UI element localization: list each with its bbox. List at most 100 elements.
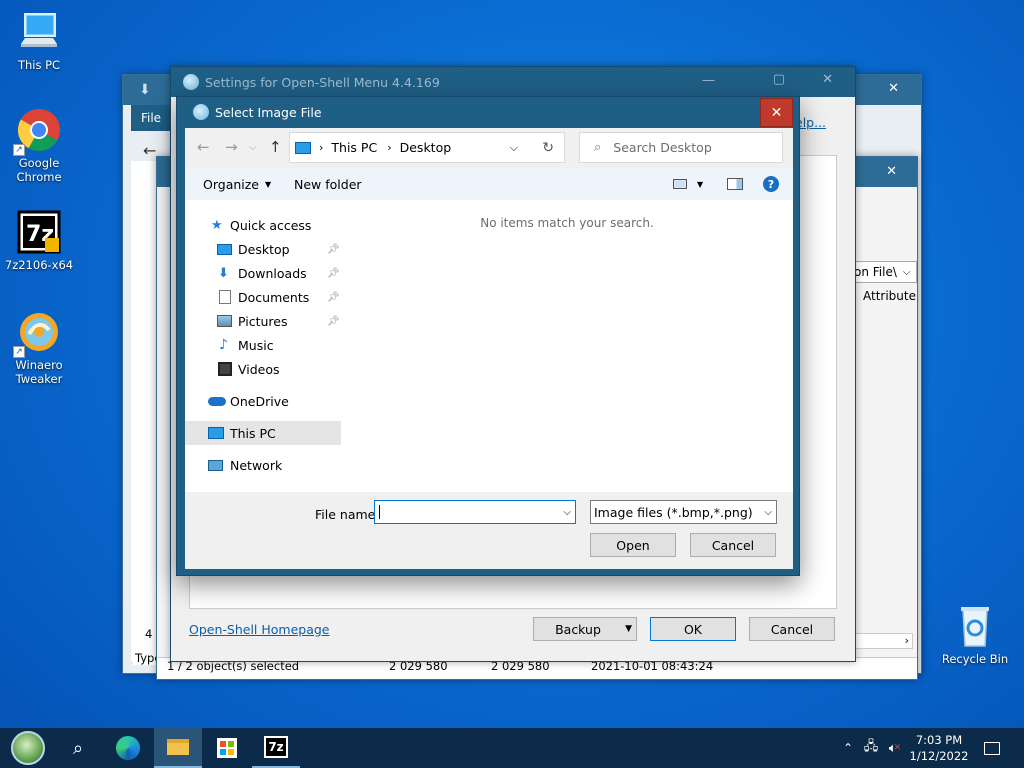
store-bag-icon — [217, 738, 237, 758]
search-icon: ⌕ — [594, 140, 602, 155]
breadcrumb-separator-icon: › — [319, 141, 324, 154]
refresh-icon[interactable]: ↻ — [542, 140, 554, 156]
open-shell-icon — [193, 104, 209, 120]
file-name-label: File name: — [315, 507, 380, 522]
desktop-icon-label: Google — [18, 156, 60, 170]
nav-item-this-pc[interactable]: This PC — [185, 421, 341, 445]
scroll-right-arrow-icon[interactable]: › — [905, 634, 909, 647]
documents-icon — [219, 290, 231, 304]
back-arrow-icon[interactable]: ← — [197, 138, 210, 156]
taskbar-7zip[interactable]: 7z — [252, 728, 300, 768]
nav-item-desktop[interactable]: Desktop 📌︎ — [185, 237, 341, 261]
desktop-icon-label: Recycle Bin — [941, 652, 1009, 666]
desktop-icon-label: Winaero — [15, 358, 63, 372]
breadcrumb-desktop[interactable]: Desktop — [400, 140, 452, 155]
pin-icon: 📌︎ — [327, 315, 340, 327]
settings-title: Settings for Open-Shell Menu 4.4.169 — [205, 74, 440, 90]
recent-locations-chevron-icon[interactable]: ⌵ — [249, 142, 257, 153]
path-combo[interactable]: on File\ ⌵ — [849, 261, 917, 283]
new-folder-button[interactable]: New folder — [294, 177, 362, 192]
pin-icon: 📌︎ — [327, 267, 340, 279]
open-button[interactable]: Open — [590, 533, 676, 557]
up-arrow-icon[interactable]: ↑ — [269, 138, 282, 156]
videos-icon — [218, 362, 232, 376]
ok-button[interactable]: OK — [650, 617, 736, 641]
search-icon: ⌕ — [72, 737, 84, 759]
search-placeholder: Search Desktop — [613, 140, 712, 155]
clock[interactable]: 7:03 PM 1/12/2022 — [906, 728, 972, 768]
view-icon — [673, 179, 687, 189]
breadcrumb-this-pc[interactable]: This PC — [331, 140, 377, 155]
nav-item-downloads[interactable]: ⬇ Downloads 📌︎ — [185, 261, 341, 285]
select-image-file-dialog: Select Image File ✕ ← → ⌵ ↑ › This PC › … — [176, 96, 800, 576]
taskbar-store[interactable] — [203, 728, 251, 768]
desktop-icon-winaero-tweaker[interactable]: ↗ Winaero Tweaker — [1, 308, 77, 386]
dialog-close-button[interactable]: ✕ — [760, 98, 793, 127]
action-center-button[interactable] — [976, 728, 1008, 768]
this-pc-icon — [15, 8, 63, 56]
open-shell-homepage-link[interactable]: Open-Shell Homepage — [189, 622, 330, 637]
winaero-tweaker-icon: ↗ — [13, 308, 63, 358]
help-icon[interactable]: ? — [763, 176, 779, 192]
dropdown-arrow-icon: ▼ — [625, 624, 632, 634]
chevron-down-icon[interactable]: ⌵ — [563, 507, 571, 518]
taskbar-edge[interactable] — [104, 728, 152, 768]
nav-item-videos[interactable]: Videos — [185, 357, 341, 381]
search-button[interactable]: ⌕ — [54, 728, 102, 768]
chevron-down-icon: ⌵ — [902, 266, 911, 278]
cancel-button[interactable]: Cancel — [749, 617, 835, 641]
forward-arrow-icon[interactable]: → — [225, 138, 238, 156]
settings-close-button[interactable]: ✕ — [822, 72, 833, 87]
notification-icon — [984, 741, 1000, 755]
desktop-icon-this-pc[interactable]: This PC — [1, 8, 77, 72]
nav-item-network[interactable]: Network — [185, 453, 341, 477]
network-tray-icon[interactable]: 🖧︎ — [860, 728, 882, 768]
address-dropdown-chevron-icon[interactable]: ⌵ — [510, 141, 518, 155]
7zip-icon: 7z — [264, 736, 288, 758]
cloud-icon — [208, 396, 226, 406]
cancel-button[interactable]: Cancel — [690, 533, 776, 557]
nav-item-quick-access[interactable]: ★ Quick access — [185, 213, 341, 237]
change-view-button[interactable]: ▼ — [673, 179, 703, 189]
desktop-icon-google-chrome[interactable]: ↗ Google Chrome — [1, 106, 77, 184]
search-box[interactable]: ⌕ Search Desktop — [579, 132, 783, 163]
desktop-icon-label: This PC — [17, 58, 61, 72]
nav-item-onedrive[interactable]: OneDrive — [185, 389, 341, 413]
download-arrow-icon: ⬇ — [139, 82, 151, 98]
archive-window-close-button[interactable]: ✕ — [886, 164, 897, 179]
file-type-select[interactable]: Image files (*.bmp,*.png) ⌵ — [590, 500, 777, 524]
settings-minimize-button[interactable]: — — [702, 73, 715, 88]
background-window-close-button[interactable]: ✕ — [888, 81, 899, 96]
nav-item-documents[interactable]: Documents 📌︎ — [185, 285, 341, 309]
file-name-input[interactable]: ⌵ — [374, 500, 576, 524]
taskbar-file-explorer[interactable] — [154, 728, 202, 768]
file-browser-pane: ★ Quick access Desktop 📌︎ ⬇ Downloads 📌︎… — [185, 200, 793, 492]
dialog-titlebar: Select Image File — [177, 97, 799, 127]
desktop-icon-label: 7z2106-x64 — [4, 258, 74, 272]
dialog-body: ← → ⌵ ↑ › This PC › Desktop ⌵ ↻ ⌕ Search… — [185, 128, 793, 569]
address-bar[interactable]: › This PC › Desktop ⌵ ↻ — [289, 132, 565, 163]
chevron-down-icon: ⌵ — [764, 506, 772, 518]
text-caret — [379, 505, 380, 519]
breadcrumb-separator-icon: › — [387, 141, 392, 154]
nav-item-pictures[interactable]: Pictures 📌︎ — [185, 309, 341, 333]
network-icon — [208, 459, 223, 471]
start-button[interactable] — [4, 728, 52, 768]
desktop-icon-recycle-bin[interactable]: Recycle Bin — [937, 602, 1013, 666]
background-back-arrow-icon[interactable]: ← — [143, 141, 156, 160]
preview-pane-button[interactable] — [727, 178, 743, 190]
taskbar: ⌕ 7z ⌃ 🖧︎ 🔈︎ ✕ 7:03 PM 1/12/2022 — [0, 728, 1024, 768]
shortcut-arrow-icon: ↗ — [13, 346, 25, 358]
nav-item-music[interactable]: ♪ Music — [185, 333, 341, 357]
attribute-column-header[interactable]: Attribute — [863, 289, 916, 303]
shortcut-arrow-icon: ↗ — [13, 144, 25, 156]
desktop-icon-label: Tweaker — [15, 372, 63, 386]
dialog-title: Select Image File — [215, 104, 322, 120]
organize-button[interactable]: Organize ▼ — [203, 177, 271, 192]
show-hidden-icons-button[interactable]: ⌃ — [838, 728, 858, 768]
settings-maximize-button[interactable]: ▢ — [773, 72, 785, 87]
file-menu-tab[interactable]: File — [131, 105, 171, 131]
backup-button[interactable]: Backup ▼ — [533, 617, 637, 641]
desktop-icon-7zip[interactable]: 7z 7z2106-x64 — [1, 208, 77, 272]
volume-muted-icon[interactable]: 🔈︎ ✕ — [884, 728, 906, 768]
